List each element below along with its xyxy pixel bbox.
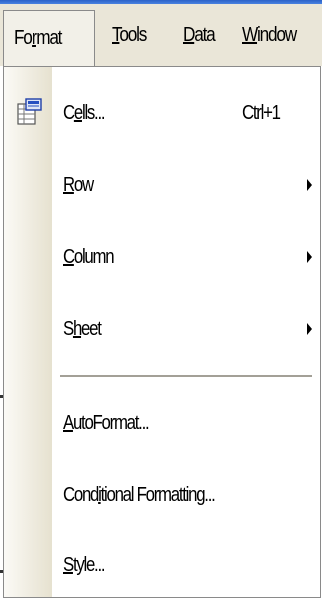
menu-item-sheet[interactable]: Sheet xyxy=(4,297,320,361)
menu-item-column-label: Column xyxy=(63,246,115,268)
menu-bar: Format Tools Data Window xyxy=(0,4,322,68)
menu-window-label: Window xyxy=(242,24,297,46)
menu-data-label: Data xyxy=(183,24,216,46)
menu-separator xyxy=(60,375,312,377)
menu-item-cells-label: Cells... xyxy=(63,102,106,124)
menu-item-autoformat[interactable]: AutoFormat... xyxy=(4,391,320,455)
submenu-arrow-icon xyxy=(307,323,312,335)
menu-item-cells[interactable]: Cells... Ctrl+1 xyxy=(4,81,320,145)
menu-item-style[interactable]: Style... xyxy=(4,533,320,597)
menu-item-cells-shortcut: Ctrl+1 xyxy=(242,102,281,124)
menu-item-row-label: Row xyxy=(63,174,94,196)
menu-item-row[interactable]: Row xyxy=(4,153,320,217)
format-cells-icon xyxy=(17,98,42,125)
excel-window: Format Tools Data Window Cells... Ctrl+1… xyxy=(0,0,322,601)
background-edge-mark xyxy=(0,570,3,573)
background-edge-mark xyxy=(0,395,3,398)
submenu-arrow-icon xyxy=(307,179,312,191)
menu-format[interactable]: Format xyxy=(3,10,95,68)
menu-data[interactable]: Data xyxy=(183,4,216,66)
menu-tools[interactable]: Tools xyxy=(112,4,147,66)
menu-item-autoformat-label: AutoFormat... xyxy=(63,412,150,434)
menu-item-style-label: Style... xyxy=(63,554,106,576)
format-dropdown-menu: Cells... Ctrl+1 Row Column Sheet AutoFor… xyxy=(3,66,321,598)
menu-item-sheet-label: Sheet xyxy=(63,318,102,340)
menu-item-conditional-formatting[interactable]: Conditional Formatting... xyxy=(4,463,320,527)
menu-format-label: Format xyxy=(14,27,62,49)
menu-window[interactable]: Window xyxy=(242,4,297,66)
submenu-arrow-icon xyxy=(307,251,312,263)
menu-item-column[interactable]: Column xyxy=(4,225,320,289)
menu-tools-label: Tools xyxy=(112,24,147,46)
menu-item-conditional-formatting-label: Conditional Formatting... xyxy=(63,484,216,506)
